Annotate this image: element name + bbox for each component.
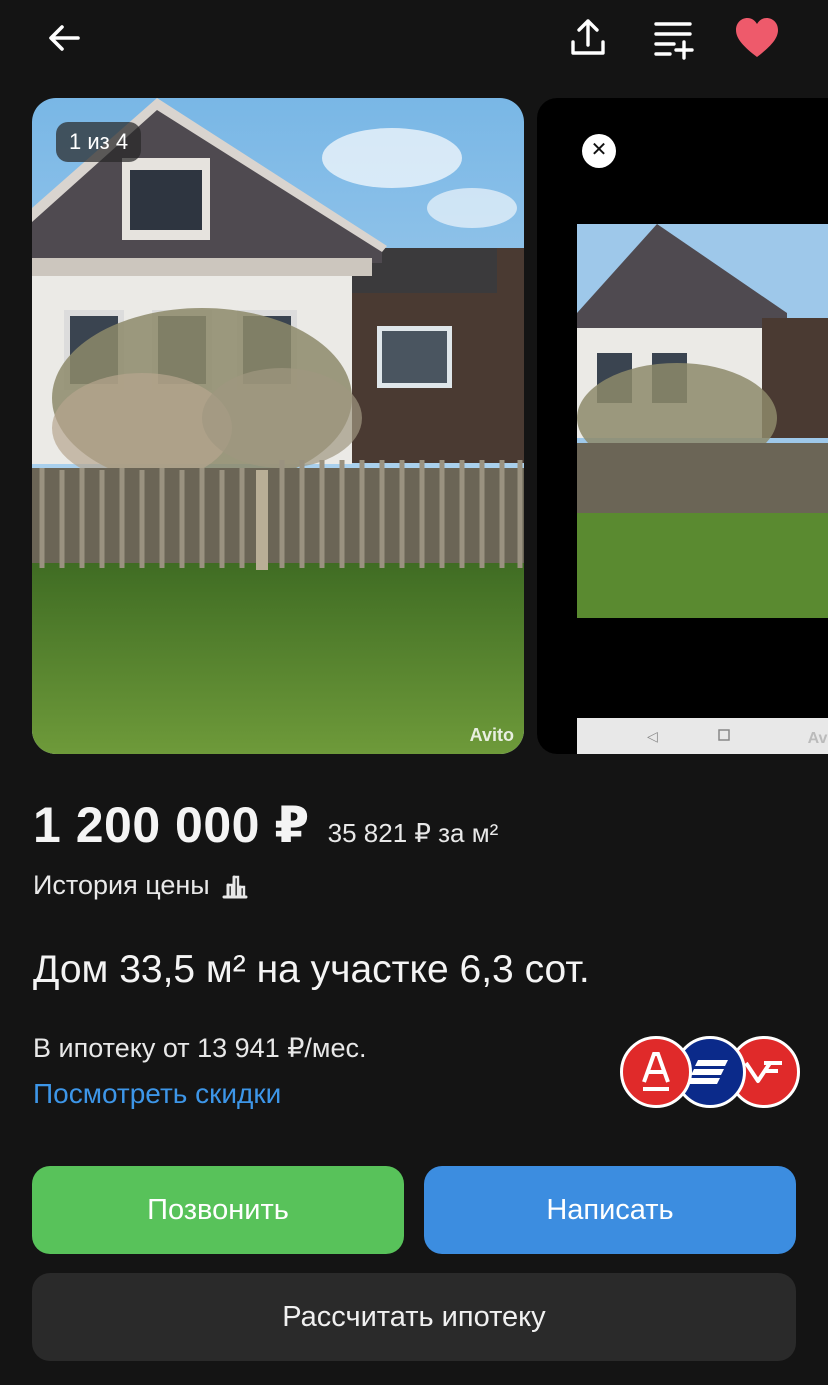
write-button[interactable]: Написать	[424, 1166, 796, 1254]
price-per-m2: 35 821 ₽ за м²	[327, 818, 499, 848]
calculate-mortgage-button[interactable]: Рассчитать ипотеку	[32, 1273, 796, 1361]
listing-photo-1[interactable]: Avito	[32, 98, 524, 754]
listing-title: Дом 33,5 м² на участке 6,3 сот.	[33, 948, 590, 991]
house-photo-screenshot: ◁	[537, 98, 828, 754]
avito-watermark: Avito	[469, 725, 514, 745]
write-button-label: Написать	[546, 1193, 674, 1226]
back-button[interactable]	[38, 14, 90, 62]
arrow-left-icon	[49, 25, 80, 51]
bank-logos[interactable]	[620, 1036, 800, 1108]
favorite-button[interactable]	[730, 12, 784, 64]
add-to-compare-list-icon	[654, 22, 694, 60]
photo-gallery[interactable]: Avito 1 из 4 ◁ Avito ✕	[0, 98, 828, 754]
mortgage-from-text: В ипотеку от 13 941 ₽/мес.	[33, 1033, 367, 1063]
listing-photo-2[interactable]: ◁ Avito	[537, 98, 828, 754]
compare-button[interactable]	[646, 12, 700, 64]
top-bar	[0, 0, 828, 80]
price: 1 200 000 ₽	[33, 797, 310, 853]
view-discounts-link[interactable]: Посмотреть скидки	[33, 1078, 281, 1110]
share-button[interactable]	[562, 12, 614, 64]
bar-chart-icon	[222, 875, 248, 898]
avito-watermark-2: Avito	[807, 730, 828, 747]
share-icon	[571, 19, 605, 55]
heart-icon	[736, 18, 778, 57]
price-row: 1 200 000 ₽ 35 821 ₽ за м²	[33, 796, 498, 854]
price-history-label: История цены	[33, 870, 210, 900]
close-icon[interactable]: ✕	[582, 134, 616, 168]
house-photo	[32, 98, 524, 754]
call-button[interactable]: Позвонить	[32, 1166, 404, 1254]
svg-text:◁: ◁	[647, 729, 658, 745]
price-history-link[interactable]: История цены	[33, 870, 248, 901]
call-button-label: Позвонить	[147, 1193, 289, 1226]
photo-counter: 1 из 4	[56, 122, 142, 162]
calculate-mortgage-label: Рассчитать ипотеку	[282, 1300, 546, 1333]
alfa-bank-logo	[620, 1036, 692, 1108]
